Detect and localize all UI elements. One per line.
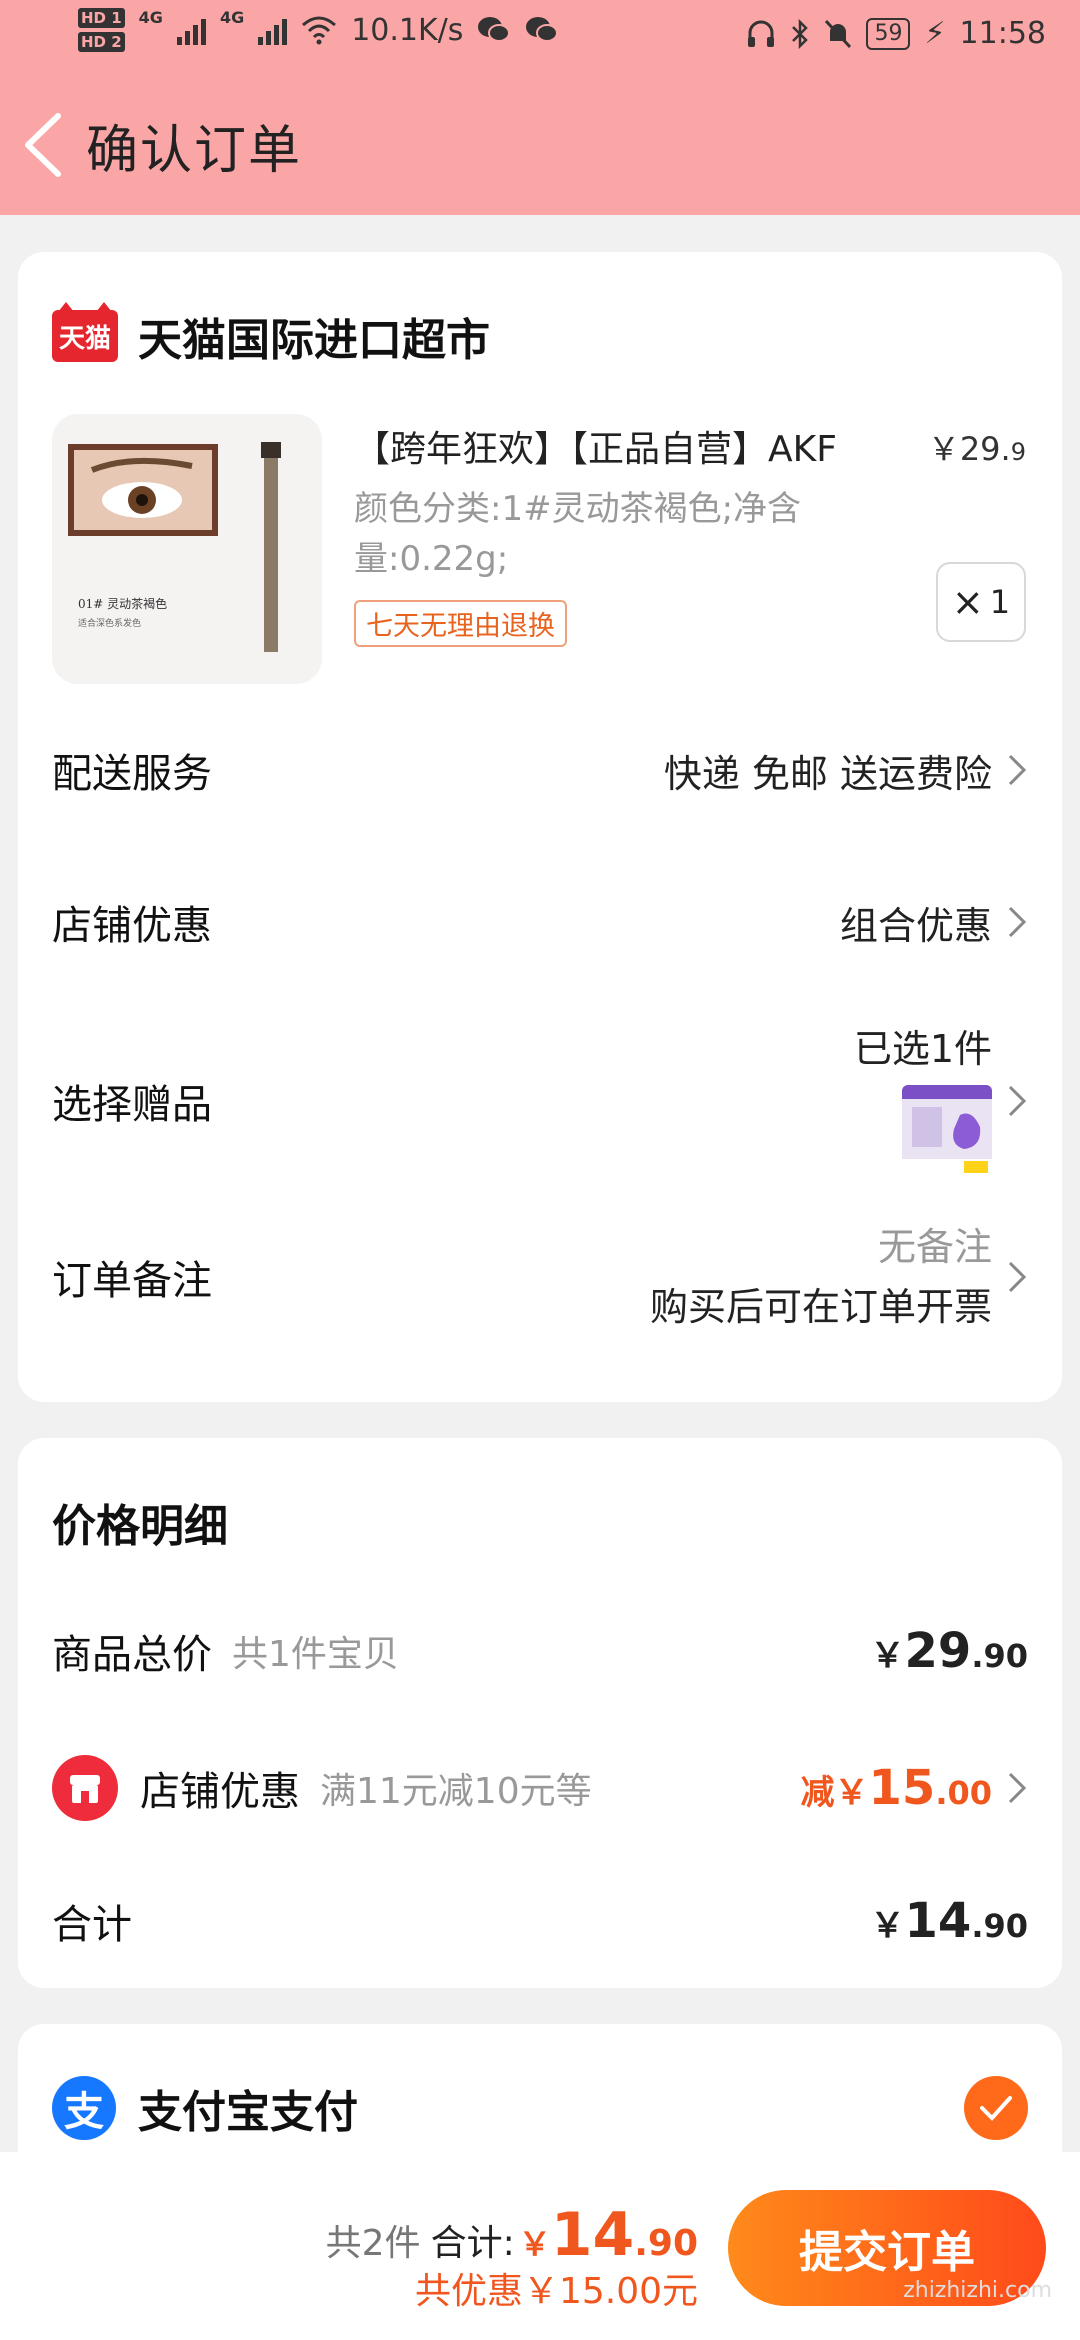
total-amount: 14 [550, 2200, 635, 2270]
shop-discount-label: 店铺优惠 [52, 903, 212, 949]
clock: 11:58 [959, 16, 1046, 51]
thumb-caption: 01# 灵动茶褐色 [78, 596, 167, 611]
total-label: 合计: [430, 2223, 515, 2264]
saved-amount: 共优惠￥15.00元 [414, 2271, 698, 2312]
chevron-right-icon [1008, 1772, 1027, 1804]
checkmark-icon[interactable] [964, 2076, 1028, 2140]
chevron-right-icon [1008, 1085, 1027, 1117]
multiply-icon: × [951, 580, 984, 624]
network-speed: 10.1K/s [351, 12, 464, 48]
sum-amount: ￥ 14.90 [870, 1893, 1028, 1949]
gift-label: 选择赠品 [52, 1082, 212, 1128]
hd-indicator: HD 1 HD 2 [78, 8, 125, 52]
alipay-icon: 支 [52, 2076, 116, 2140]
sum-label: 合计 [52, 1902, 132, 1948]
chevron-right-icon [1008, 1261, 1027, 1293]
watermark: zhizhizhi.com [903, 2278, 1052, 2303]
price-detail-card: 价格明细 商品总价 共1件宝贝 ￥ 29.90 店铺优惠 满11元减10元等 减￥ 1… [18, 1438, 1062, 1988]
bottom-action-bar: 共2件 合计: ￥ 14 .90 共优惠￥15.00元 提交订单 zhizhiz… [0, 2152, 1080, 2340]
headphones-icon [748, 20, 775, 47]
payment-method-name: 支付宝支付 [138, 2087, 358, 2138]
wechat-icon-2 [526, 17, 559, 42]
status-bar: HD 1 HD 2 4G 4G 10.1K/s 59 ⚡ 11:58 [0, 0, 1080, 75]
mute-bell-icon [825, 19, 852, 48]
goods-count: 共1件宝贝 [232, 1634, 399, 1675]
back-arrow-icon[interactable] [18, 110, 76, 180]
network-type-2: 4G [219, 8, 245, 27]
delivery-label: 配送服务 [52, 751, 212, 797]
top-bar: HD 1 HD 2 4G 4G 10.1K/s 59 ⚡ 11:58 确认订单 [0, 0, 1080, 215]
thumb-subcaption: 适合深色系发色 [78, 617, 141, 629]
charging-icon: ⚡ [924, 16, 946, 51]
product-thumbnail[interactable]: 01# 灵动茶褐色 适合深色系发色 [52, 414, 322, 684]
eyebrow-pencil-image: 01# 灵动茶褐色 适合深色系发色 [68, 442, 281, 652]
item-count: 共2件 [325, 2223, 421, 2264]
sum-row: 合计 ￥ 14.90 [52, 1886, 1028, 1956]
goods-total-amount: ￥ 29.90 [870, 1623, 1028, 1679]
bluetooth-icon [792, 18, 809, 49]
signal-icon [176, 15, 206, 45]
alipay-option[interactable]: 支 支付宝支付 [52, 2068, 1028, 2148]
signal-icon-2 [258, 15, 288, 45]
product-title[interactable]: 【跨年狂欢】【正品自营】AKF [354, 420, 837, 472]
tmall-logo-icon: 天猫 [52, 302, 118, 362]
gift-value: 已选1件 [853, 1027, 992, 1071]
gift-row[interactable]: 选择赠品 已选1件 [52, 1026, 1028, 1176]
shop-discount-detail-label: 店铺优惠 [140, 1769, 300, 1815]
wechat-icon [478, 17, 511, 42]
shop-header[interactable]: 天猫 天猫国际进口超市 [52, 302, 490, 368]
delivery-value: 快递 免邮 送运费险 [663, 751, 992, 796]
quantity-badge[interactable]: × 1 [936, 562, 1026, 642]
goods-total-label: 商品总价 [52, 1632, 212, 1678]
shop-discount-rule: 满11元减10元等 [320, 1771, 592, 1812]
network-type-1: 4G [138, 8, 163, 27]
order-card: 天猫 天猫国际进口超市 01# 灵动茶褐色 适合深色系发色 【跨年狂欢】【正品自… [18, 252, 1062, 1402]
product-spec: 颜色分类:1#灵动茶褐色;净含量:0.22g; [354, 489, 802, 579]
battery-indicator: 59 [866, 17, 911, 50]
product-price: ￥29.9 [927, 430, 1026, 468]
chevron-right-icon [1008, 906, 1027, 938]
wifi-icon [302, 16, 337, 45]
goods-total-row: 商品总价 共1件宝贝 ￥ 29.90 [52, 1616, 1028, 1686]
page-title: 确认订单 [86, 120, 303, 181]
shop-discount-value: 组合优惠 [839, 903, 992, 948]
remark-row[interactable]: 订单备注 无备注 购买后可在订单开票 [52, 1212, 1028, 1342]
shop-name: 天猫国际进口超市 [138, 315, 490, 366]
order-total: 共2件 合计: ￥ 14 .90 [325, 2200, 698, 2270]
shop-discount-detail-row[interactable]: 店铺优惠 满11元减10元等 减￥ 15.00 [52, 1748, 1028, 1828]
remark-value: 无备注 [877, 1225, 992, 1269]
delivery-row[interactable]: 配送服务 快递 免邮 送运费险 [52, 730, 1028, 810]
price-detail-title: 价格明细 [52, 1501, 228, 1552]
remark-label: 订单备注 [52, 1258, 212, 1304]
store-icon [52, 1755, 118, 1821]
shop-discount-amount: 减￥ 15.00 [800, 1760, 992, 1816]
return-policy-badge: 七天无理由退换 [354, 600, 567, 647]
page-header: 确认订单 [0, 100, 1080, 190]
chevron-right-icon [1008, 754, 1027, 786]
invoice-note: 购买后可在订单开票 [649, 1285, 992, 1329]
gift-thumbnail [902, 1085, 992, 1175]
shop-discount-row[interactable]: 店铺优惠 组合优惠 [52, 882, 1028, 962]
